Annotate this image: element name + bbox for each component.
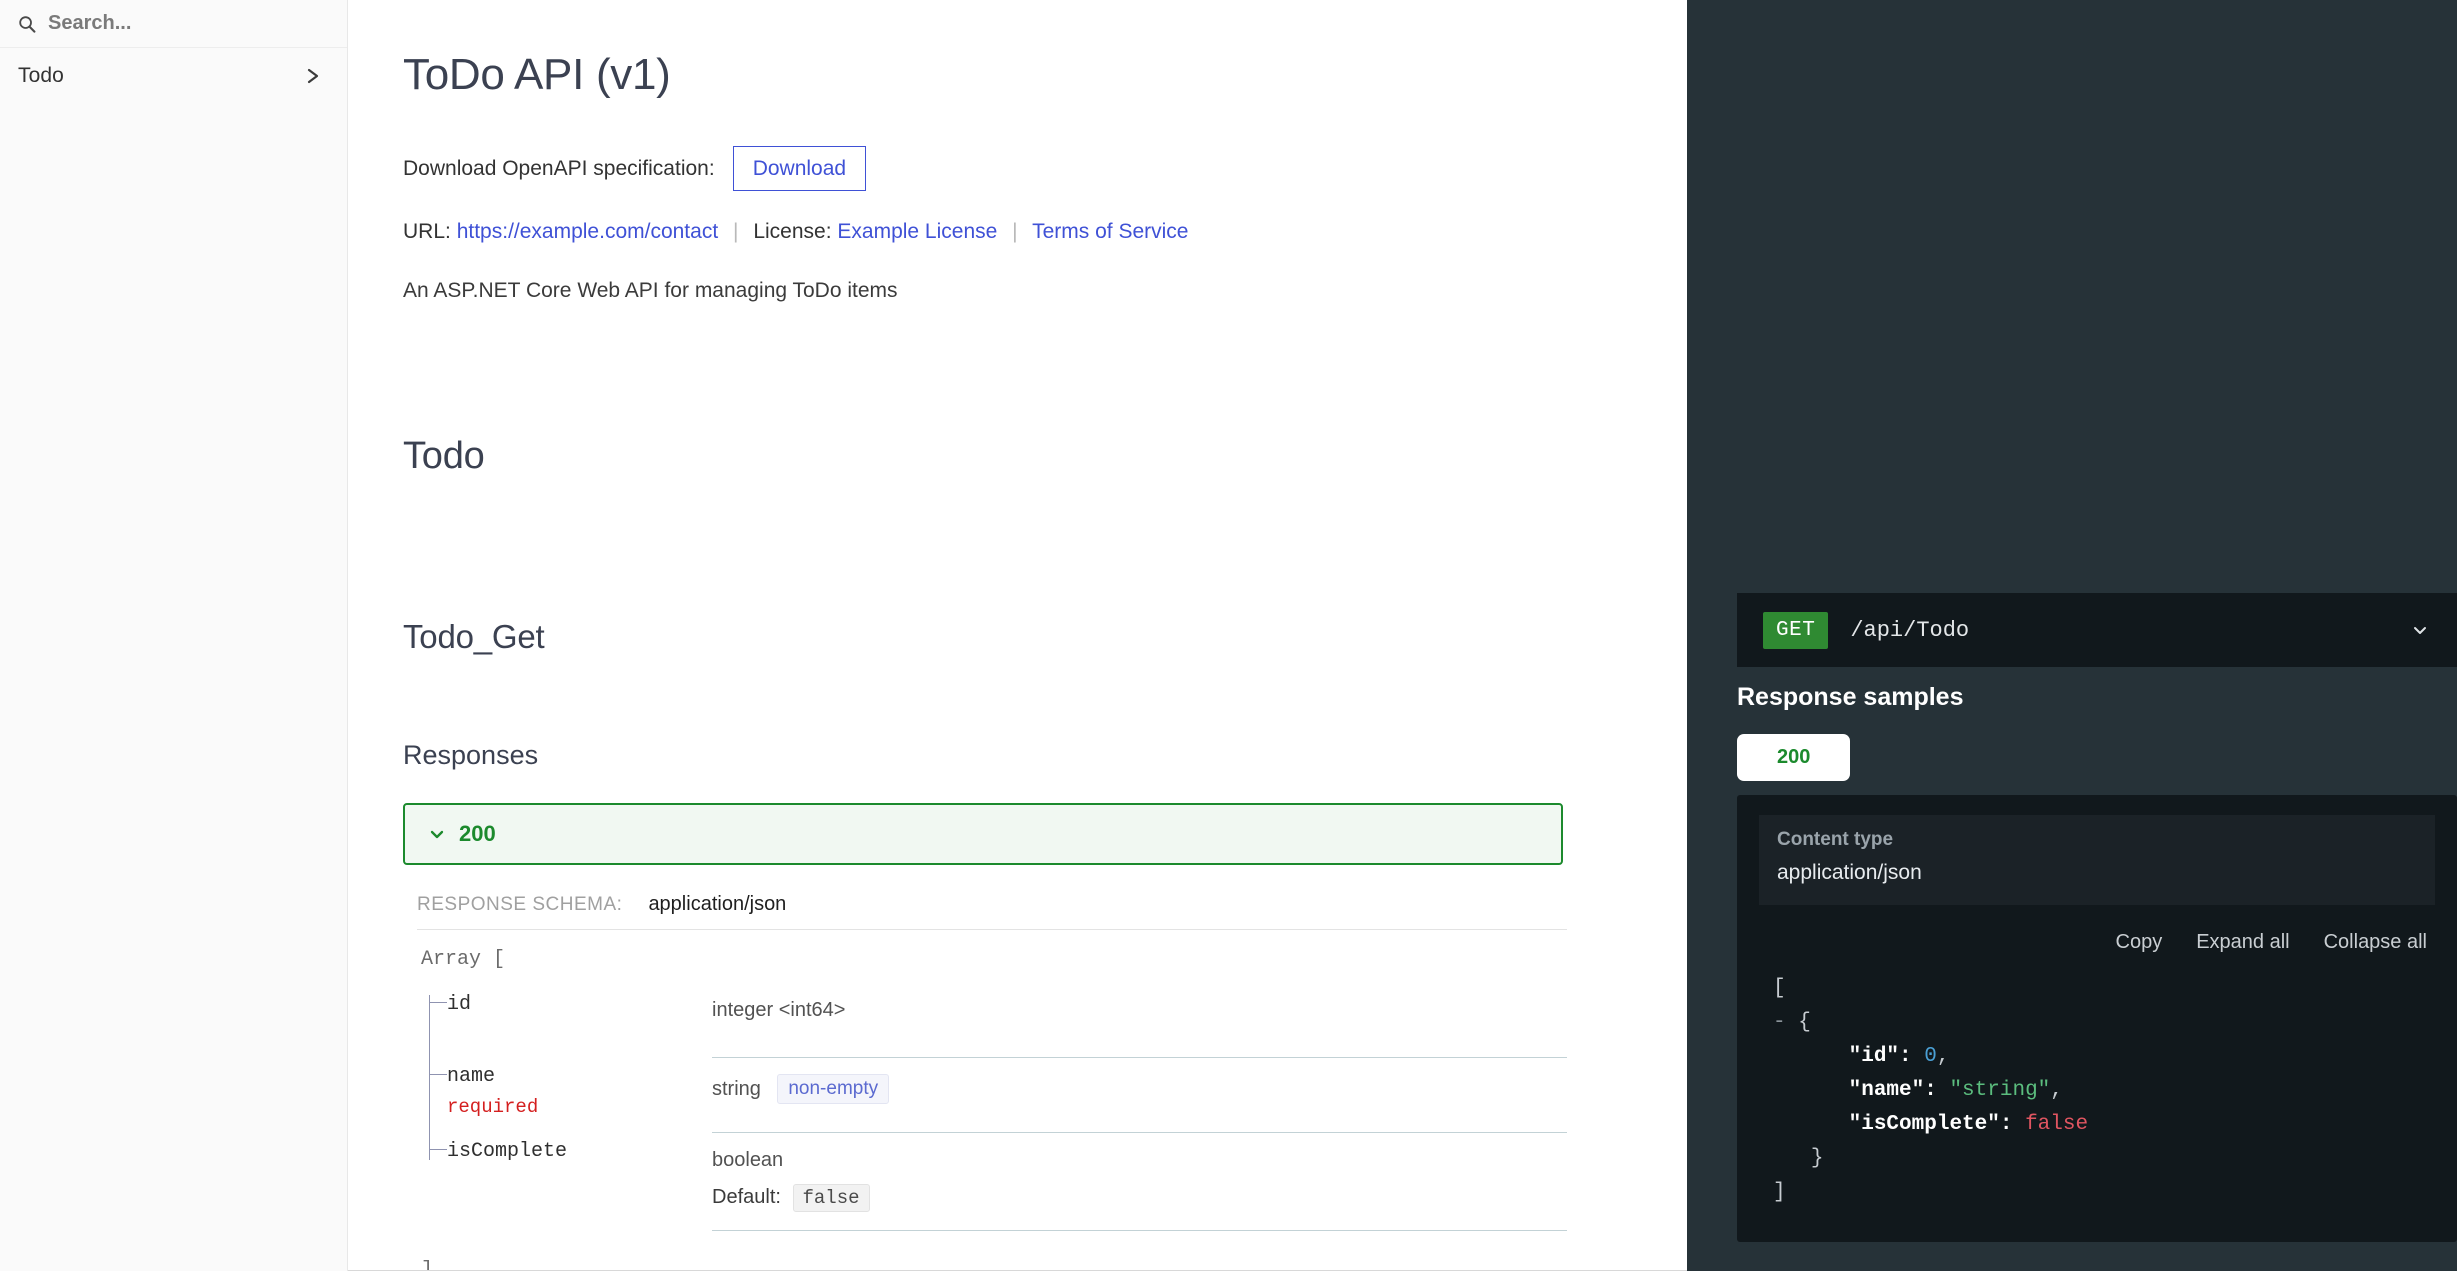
property-default-line: Default: false bbox=[712, 1183, 1567, 1212]
json-comma: , bbox=[2050, 1079, 2063, 1103]
search-icon bbox=[18, 15, 36, 33]
download-spec-row: Download OpenAPI specification: Download bbox=[403, 146, 1518, 192]
table-row: id integer <int64> bbox=[417, 975, 1567, 1103]
json-array-close: ] bbox=[1773, 1181, 1786, 1205]
api-docs-page: Todo ToDo API (v1) Download OpenAPI spec… bbox=[0, 0, 2457, 1271]
copy-button[interactable]: Copy bbox=[2116, 931, 2163, 954]
response-schema-block: RESPONSE SCHEMA: application/json Array … bbox=[417, 893, 1567, 1271]
expand-all-button[interactable]: Expand all bbox=[2196, 931, 2289, 954]
endpoint-bar[interactable]: GET /api/Todo bbox=[1737, 593, 2457, 667]
content-type-selector[interactable]: Content type application/json bbox=[1759, 815, 2435, 905]
sample-actions: Copy Expand all Collapse all bbox=[1759, 919, 2435, 960]
response-samples-heading: Response samples bbox=[1737, 683, 1964, 711]
property-name: name bbox=[447, 1064, 496, 1088]
json-fold-toggle[interactable]: - bbox=[1773, 1011, 1786, 1034]
json-object-open: { bbox=[1798, 1011, 1811, 1035]
json-object-close: } bbox=[1810, 1147, 1824, 1171]
table-row: name required string non-empty bbox=[417, 1047, 1567, 1160]
sidebar-item-todo[interactable]: Todo bbox=[0, 48, 347, 104]
schema-header: RESPONSE SCHEMA: application/json bbox=[417, 893, 1567, 930]
table-row: isComplete boolean Default: false bbox=[417, 1122, 1567, 1230]
schema-table-divider bbox=[712, 1229, 1567, 1231]
search-row bbox=[0, 0, 347, 48]
response-schema-content-type[interactable]: application/json bbox=[648, 893, 786, 916]
right-panel: GET /api/Todo Response samples 200 Conte… bbox=[1687, 0, 2457, 1271]
property-detail-cell: string non-empty bbox=[712, 1056, 1567, 1122]
property-name-cell: isComplete bbox=[417, 1132, 712, 1163]
json-key: "id": bbox=[1848, 1045, 1912, 1069]
json-value: 0 bbox=[1924, 1045, 1937, 1069]
property-type: string bbox=[712, 1077, 761, 1100]
download-spec-label: Download OpenAPI specification: bbox=[403, 156, 715, 180]
property-type: integer <int64> bbox=[712, 998, 846, 1021]
property-name: isComplete bbox=[447, 1139, 568, 1163]
chevron-right-icon bbox=[305, 64, 321, 88]
collapse-all-button[interactable]: Collapse all bbox=[2324, 931, 2427, 954]
license-link[interactable]: Example License bbox=[837, 220, 997, 243]
response-schema-label: RESPONSE SCHEMA: bbox=[417, 893, 623, 915]
content-type-label: Content type bbox=[1777, 829, 1894, 850]
json-array-open: [ bbox=[1773, 977, 1786, 1000]
api-description: An ASP.NET Core Web API for managing ToD… bbox=[403, 278, 898, 302]
tree-branch-icon bbox=[429, 1001, 447, 1003]
operation-title-todo-get: Todo_Get bbox=[403, 617, 545, 655]
property-detail-cell: boolean Default: false bbox=[712, 1131, 1567, 1230]
tag-title-todo: Todo bbox=[403, 434, 485, 477]
property-name-cell: name required bbox=[417, 1057, 712, 1160]
chevron-down-icon bbox=[427, 824, 447, 844]
json-key: "isComplete": bbox=[1848, 1113, 2013, 1137]
terms-of-service-link[interactable]: Terms of Service bbox=[1032, 220, 1188, 243]
chevron-down-icon[interactable] bbox=[2409, 619, 2431, 641]
schema-property-table: id integer <int64> name required string … bbox=[417, 975, 1567, 1231]
schema-array-open: Array [ bbox=[421, 947, 506, 971]
meta-separator-2: | bbox=[1012, 220, 1018, 244]
download-button[interactable]: Download bbox=[732, 146, 867, 192]
property-default-label: Default: bbox=[712, 1185, 781, 1208]
endpoint-path: /api/Todo bbox=[1850, 617, 1970, 643]
tree-branch-icon bbox=[429, 1148, 447, 1150]
property-constraint-badge: non-empty bbox=[777, 1073, 890, 1104]
sample-box: Content type application/json Copy Expan… bbox=[1737, 795, 2457, 1243]
sidebar: Todo bbox=[0, 0, 348, 1271]
meta-separator-1: | bbox=[733, 220, 739, 244]
contact-url-link[interactable]: https://example.com/contact bbox=[457, 220, 718, 243]
json-value: false bbox=[2025, 1113, 2089, 1137]
http-method-badge: GET bbox=[1763, 611, 1829, 649]
property-type: boolean bbox=[712, 1148, 784, 1171]
tab-status-200[interactable]: 200 bbox=[1737, 734, 1851, 781]
response-status-code: 200 bbox=[459, 820, 496, 846]
response-samples-block: Response samples 200 Content type applic… bbox=[1737, 683, 2457, 1243]
property-name: id bbox=[447, 992, 472, 1016]
property-default-value: false bbox=[792, 1183, 870, 1212]
json-value: "string" bbox=[1949, 1079, 2051, 1103]
sidebar-item-label: Todo bbox=[18, 64, 64, 87]
url-label: URL: bbox=[403, 220, 451, 244]
search-input[interactable] bbox=[48, 12, 321, 35]
json-key: "name": bbox=[1848, 1079, 1937, 1103]
json-response-sample: [ - { "id": 0, "name": "string", "isComp… bbox=[1759, 960, 2435, 1216]
responses-heading: Responses bbox=[403, 739, 539, 770]
property-detail-cell: integer <int64> bbox=[712, 985, 1567, 1047]
api-meta-row: URL: https://example.com/contact | Licen… bbox=[403, 217, 1518, 246]
response-200-banner[interactable]: 200 bbox=[403, 802, 1563, 865]
main-content: ToDo API (v1) Download OpenAPI specifica… bbox=[348, 0, 1687, 1271]
content-type-value: application/json bbox=[1777, 861, 1922, 884]
property-required-flag: required bbox=[447, 1095, 539, 1118]
json-comma: , bbox=[1936, 1045, 1950, 1069]
license-label: License: bbox=[753, 220, 832, 244]
page-title: ToDo API (v1) bbox=[403, 50, 671, 99]
property-name-cell: id bbox=[417, 985, 712, 1103]
tree-branch-icon bbox=[429, 1073, 447, 1075]
